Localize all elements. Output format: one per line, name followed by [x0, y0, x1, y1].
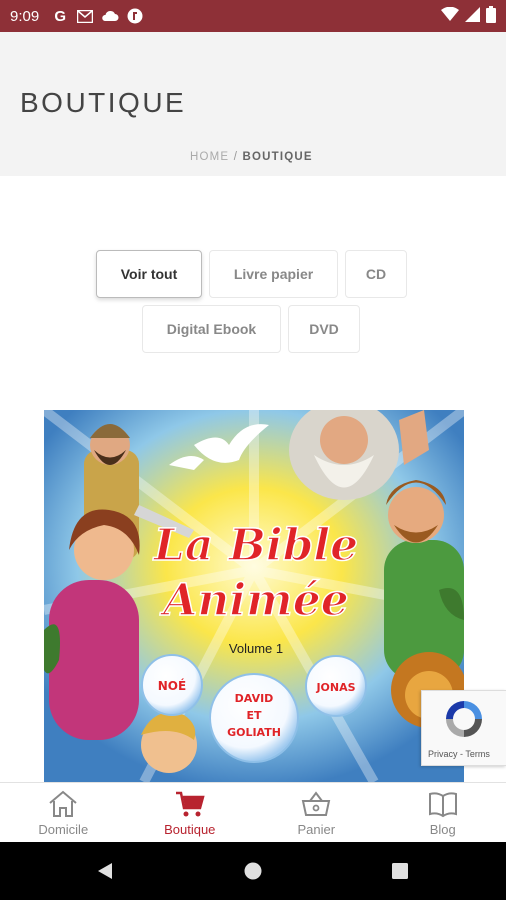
bottom-navigation: Domicile Boutique Panier Blog [0, 782, 506, 842]
cover-title-line2: Animée [159, 575, 348, 626]
filter-cd-button[interactable]: CD [345, 250, 407, 298]
svg-text:DAVID: DAVID [235, 692, 274, 705]
cart-icon [174, 789, 206, 819]
cover-bubble-noe: NOÉ [158, 678, 186, 693]
wifi-icon [441, 7, 459, 25]
breadcrumb-current: BOUTIQUE [243, 151, 313, 163]
recaptcha-badge[interactable]: Privacy - Terms [421, 690, 506, 766]
back-icon[interactable] [98, 863, 112, 879]
recaptcha-privacy-terms[interactable]: Privacy - Terms [428, 749, 490, 759]
cover-volume: Volume 1 [229, 641, 283, 656]
system-navigation-bar [0, 842, 506, 900]
nav-item-blog[interactable]: Blog [380, 783, 506, 842]
signal-icon [465, 7, 480, 26]
page-header: BOUTIQUE HOME / BOUTIQUE [0, 32, 506, 176]
filter-voir-tout-button[interactable]: Voir tout [96, 250, 202, 298]
google-icon: G [51, 7, 69, 25]
filter-dvd-button[interactable]: DVD [288, 305, 360, 353]
nav-item-panier[interactable]: Panier [253, 783, 380, 842]
nav-label-domicile: Domicile [38, 822, 88, 837]
nav-label-blog: Blog [430, 822, 456, 837]
recaptcha-icon [442, 697, 486, 741]
cloud-icon [101, 7, 119, 25]
breadcrumb-home-link[interactable]: HOME [190, 151, 229, 163]
nav-item-domicile[interactable]: Domicile [0, 783, 127, 842]
page-title: BOUTIQUE [20, 87, 186, 119]
battery-icon [486, 6, 496, 27]
filter-digital-ebook-button[interactable]: Digital Ebook [142, 305, 281, 353]
app-icon [126, 7, 144, 25]
recents-icon[interactable] [392, 863, 408, 879]
status-bar: 9:09 G [0, 0, 506, 32]
home-icon [47, 789, 79, 819]
book-icon [427, 789, 459, 819]
home-button-icon[interactable] [245, 863, 262, 880]
breadcrumb-separator: / [229, 151, 242, 163]
filter-livre-papier-button[interactable]: Livre papier [209, 250, 338, 298]
product-cover-art: La Bible Animée Volume 1 NOÉ DAVID ET GO… [44, 410, 464, 782]
nav-label-panier: Panier [297, 822, 335, 837]
gmail-icon [76, 7, 94, 25]
product-cover-image[interactable]: La Bible Animée Volume 1 NOÉ DAVID ET GO… [44, 410, 464, 782]
cover-title-line1: La Bible [152, 520, 358, 571]
svg-text:ET: ET [246, 709, 262, 722]
cover-bubble-jonas: JONAS [315, 681, 355, 694]
basket-icon [300, 789, 332, 819]
nav-label-boutique: Boutique [164, 822, 215, 837]
breadcrumb: HOME / BOUTIQUE [190, 151, 313, 163]
nav-item-boutique[interactable]: Boutique [127, 783, 254, 842]
status-time: 9:09 [10, 8, 39, 25]
svg-text:GOLIATH: GOLIATH [227, 726, 281, 739]
